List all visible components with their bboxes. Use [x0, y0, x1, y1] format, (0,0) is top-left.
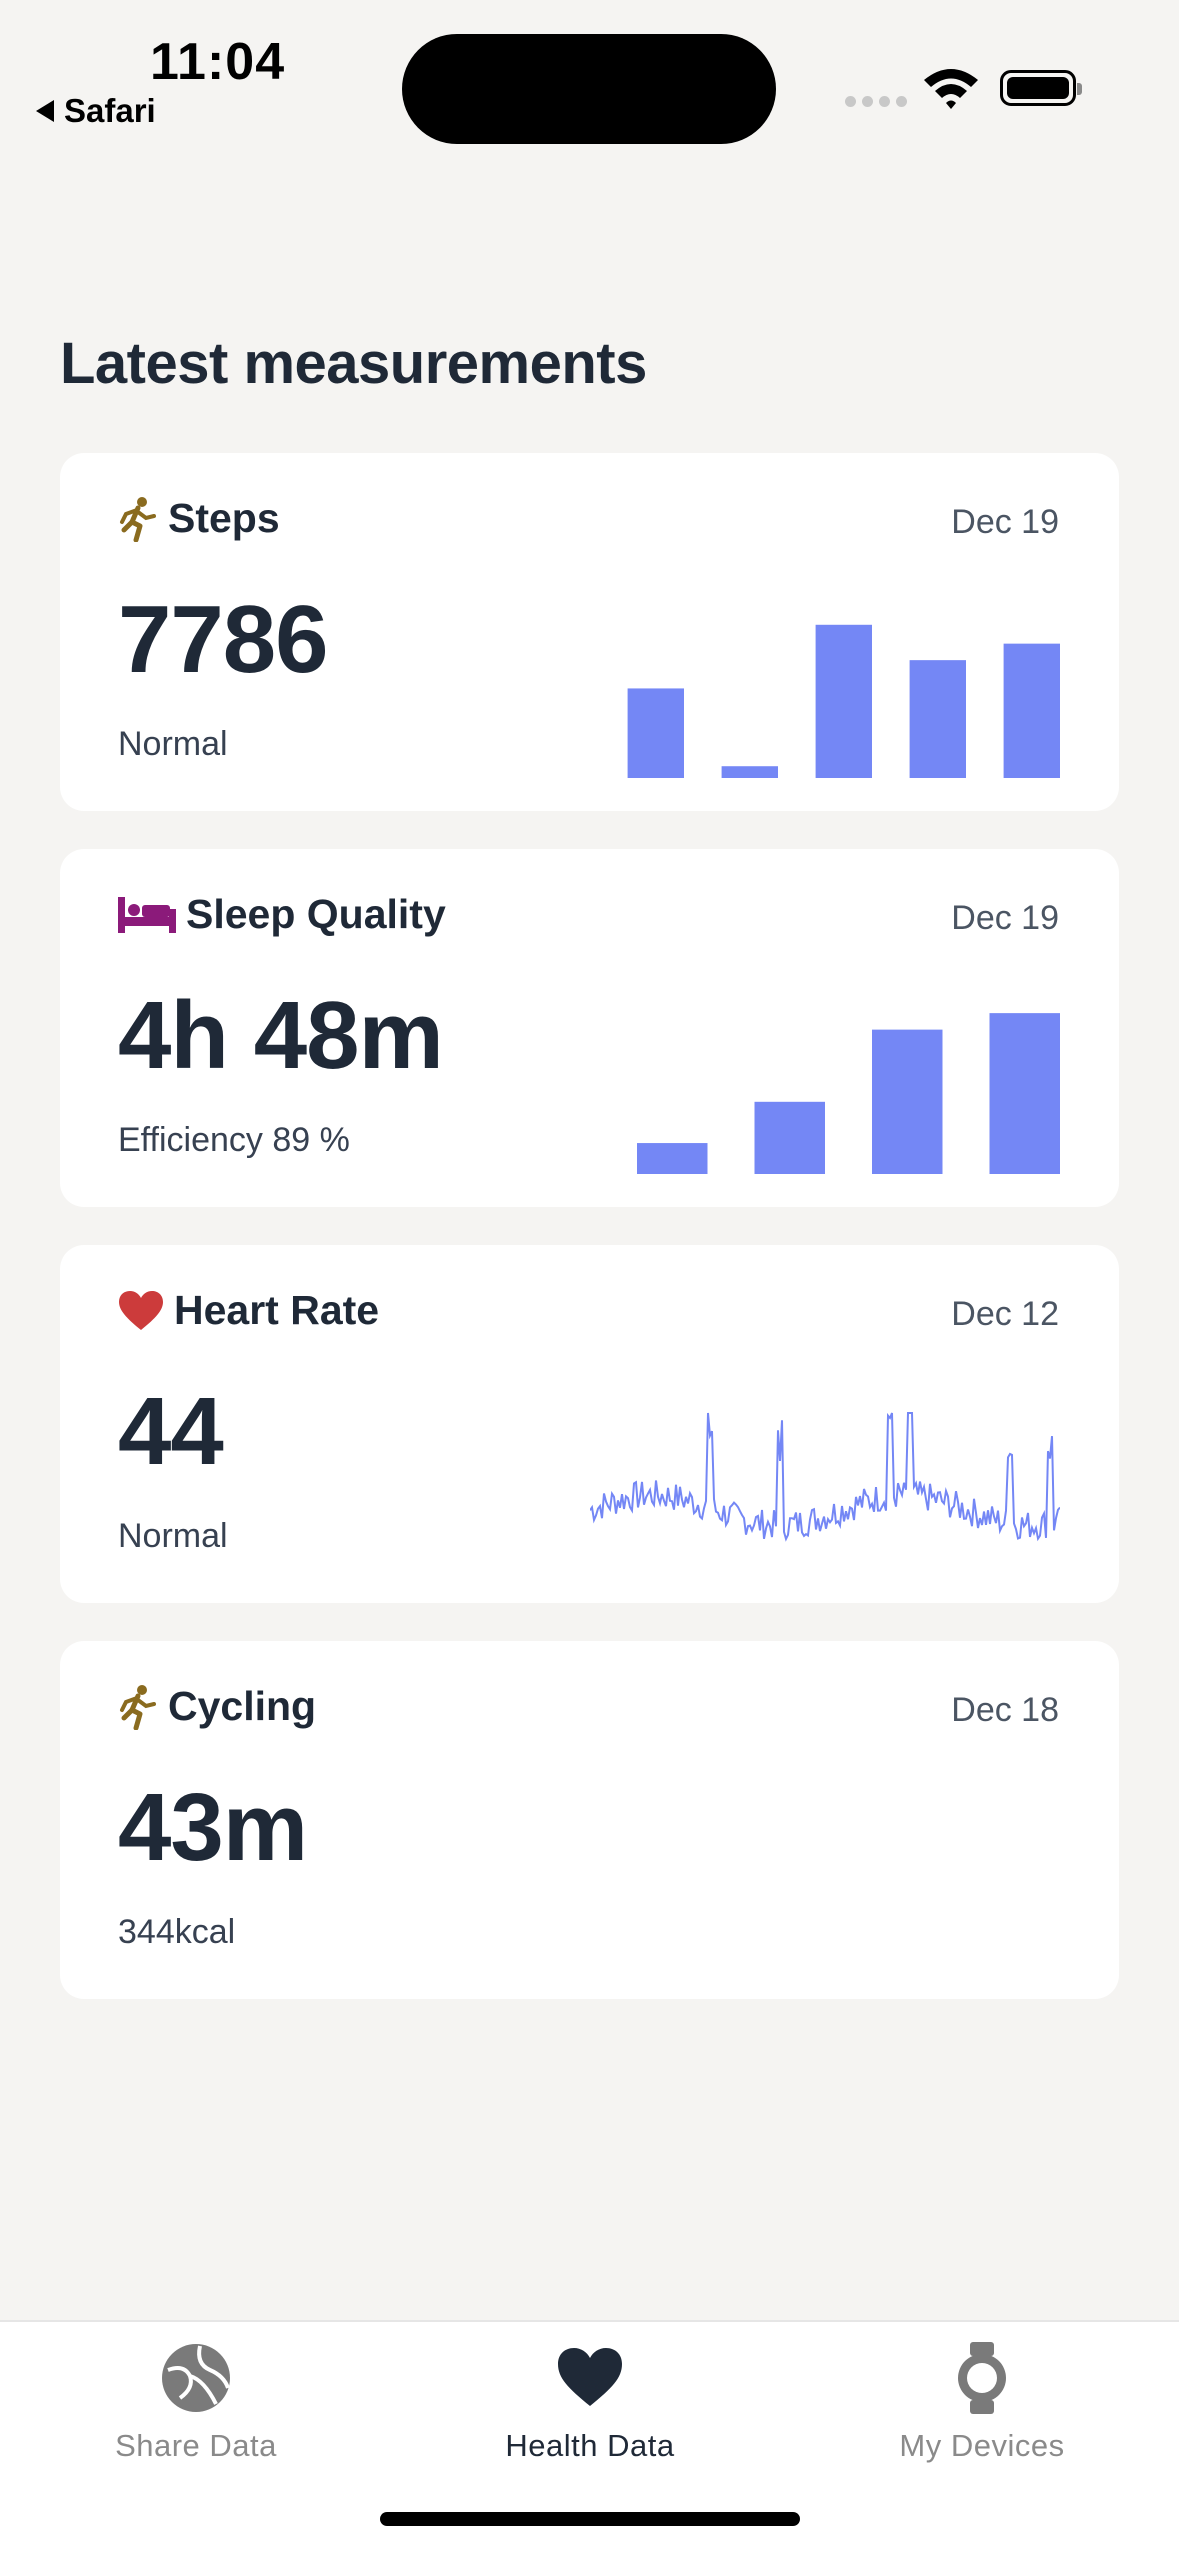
cycling-card[interactable]: Cycling Dec 18 43m 344kcal	[60, 1641, 1119, 1999]
card-title: Sleep Quality	[186, 891, 446, 937]
card-value: 4h 48m	[118, 982, 444, 1089]
back-to-safari[interactable]: Safari	[36, 92, 156, 130]
card-title: Steps	[168, 495, 280, 541]
section-title: Latest measurements	[60, 331, 647, 396]
tab-label: Share Data	[115, 2428, 277, 2463]
watch-icon	[958, 2342, 1006, 2414]
runner-icon	[120, 1684, 156, 1730]
heart-rate-line	[590, 1412, 1060, 1542]
card-value: 44	[118, 1378, 224, 1485]
cellular-icon	[845, 96, 907, 107]
card-date: Dec 19	[951, 503, 1059, 541]
globe-icon	[162, 2344, 230, 2412]
card-date: Dec 12	[951, 1295, 1059, 1333]
steps-card[interactable]: Steps Dec 19 7786 Normal	[60, 453, 1119, 811]
sleep-bar-chart	[637, 1013, 1060, 1174]
card-header: Steps	[118, 495, 280, 542]
bar	[637, 1143, 708, 1174]
back-label: Safari	[64, 92, 156, 129]
card-subtitle: Normal	[118, 725, 228, 763]
card-value: 43m	[118, 1774, 308, 1881]
card-value: 7786	[118, 586, 329, 693]
card-header: Cycling	[118, 1683, 316, 1730]
card-subtitle: 344kcal	[118, 1913, 236, 1951]
sleep-quality-card[interactable]: Sleep Quality Dec 19 4h 48m Efficiency 8…	[60, 849, 1119, 1207]
card-date: Dec 18	[951, 1691, 1059, 1729]
bar	[872, 1029, 943, 1174]
screen: 11:04 Safari Latest measurements Steps D…	[0, 0, 1179, 2556]
dynamic-island	[402, 34, 776, 144]
card-subtitle: Efficiency 89 %	[118, 1121, 350, 1159]
bar	[909, 660, 966, 778]
bar	[721, 766, 778, 778]
wifi-icon	[924, 69, 978, 109]
battery-icon	[1000, 70, 1082, 106]
runner-icon	[120, 496, 156, 542]
heart-icon	[119, 1290, 163, 1330]
bar	[815, 624, 872, 778]
bar	[627, 688, 684, 778]
heart-rate-line-chart	[590, 1412, 1060, 1542]
tab-share-data[interactable]: Share Data	[46, 2342, 346, 2464]
tab-label: Health Data	[505, 2428, 675, 2463]
bar	[1003, 643, 1060, 778]
tab-health-data[interactable]: Health Data	[440, 2342, 740, 2464]
card-title: Cycling	[168, 1683, 317, 1729]
card-header: Sleep Quality	[118, 891, 446, 938]
back-arrow-icon	[36, 100, 54, 122]
heart-rate-card[interactable]: Heart Rate Dec 12 44 Normal	[60, 1245, 1119, 1603]
card-date: Dec 19	[951, 899, 1059, 937]
status-time: 11:04	[150, 33, 286, 91]
bar	[754, 1101, 825, 1174]
bar	[989, 1013, 1060, 1174]
bed-icon	[118, 896, 176, 933]
home-indicator	[380, 2512, 800, 2526]
card-header: Heart Rate	[118, 1287, 379, 1334]
card-subtitle: Normal	[118, 1517, 228, 1555]
tab-my-devices[interactable]: My Devices	[832, 2342, 1132, 2464]
steps-bar-chart	[627, 624, 1060, 778]
tab-label: My Devices	[899, 2428, 1065, 2463]
heart-icon	[558, 2348, 622, 2406]
card-title: Heart Rate	[174, 1287, 380, 1333]
